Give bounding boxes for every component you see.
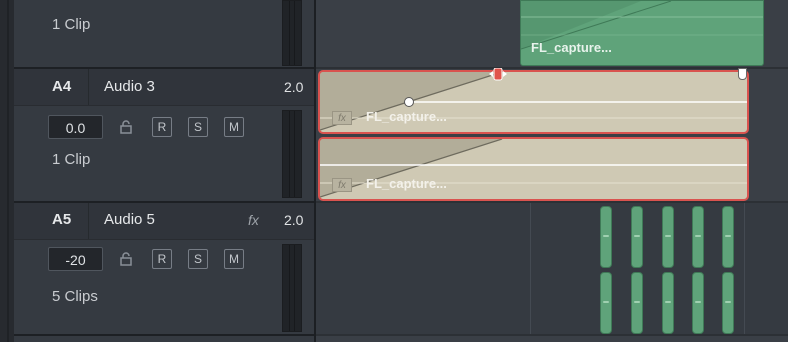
timeline-track-separator [316, 334, 788, 336]
mute-button[interactable]: M [224, 117, 244, 137]
divider [88, 203, 89, 239]
track-level-meter [282, 0, 302, 66]
short-audio-clip[interactable] [631, 206, 643, 268]
volume-keyframe[interactable] [404, 97, 414, 107]
track-volume-field[interactable]: 0.0 [48, 115, 103, 139]
video-clip[interactable]: FL_capture... [520, 0, 764, 66]
timeline-editor: 1 Clip A4 Audio 3 2.0 0.0 R S M 1 Clip A… [0, 0, 788, 342]
grid-line [530, 203, 531, 334]
short-audio-clip[interactable] [722, 272, 734, 334]
solo-button[interactable]: S [188, 117, 208, 137]
solo-button[interactable]: S [188, 249, 208, 269]
track-clip-count: 5 Clips [52, 288, 98, 305]
fx-badge: fx [332, 178, 352, 192]
track-name[interactable]: Audio 3 [104, 78, 155, 95]
track-name[interactable]: Audio 5 [104, 211, 155, 228]
track-volume-field[interactable]: -20 [48, 247, 103, 271]
fx-badge: fx [332, 111, 352, 125]
track-level-meter [282, 244, 302, 332]
track-color-strip [0, 0, 14, 342]
fade-handle[interactable] [489, 67, 507, 82]
strip-divider [7, 0, 9, 342]
short-audio-clip[interactable] [600, 206, 612, 268]
timeline-track-separator [316, 67, 788, 69]
fade-overlay [521, 1, 763, 50]
track-separator [14, 334, 316, 336]
timeline-track-row [316, 203, 788, 334]
track-level-meter [282, 110, 302, 198]
track-channel-format: 2.0 [284, 79, 304, 95]
clip-name: FL_capture... [531, 40, 612, 55]
audio-clip[interactable]: fx FL_capture... [318, 137, 749, 201]
mute-button[interactable]: M [224, 249, 244, 269]
clip-name: FL_capture... [366, 109, 447, 124]
track-fx-indicator[interactable]: fx [248, 212, 259, 228]
track-channel-format: 2.0 [284, 212, 304, 228]
short-audio-clip[interactable] [600, 272, 612, 334]
record-button[interactable]: R [152, 249, 172, 269]
short-audio-clip[interactable] [692, 206, 704, 268]
short-audio-clip[interactable] [631, 272, 643, 334]
audio-clip[interactable]: fx FL_capture... [318, 70, 749, 134]
track-id: A4 [52, 78, 72, 95]
record-button[interactable]: R [152, 117, 172, 137]
track-clip-count: 1 Clip [52, 16, 91, 33]
grid-line [744, 203, 745, 334]
short-audio-clip[interactable] [692, 272, 704, 334]
clip-end-handle[interactable] [738, 68, 747, 80]
track-clip-count: 1 Clip [52, 151, 91, 168]
short-audio-clip[interactable] [662, 272, 674, 334]
lock-icon[interactable] [120, 252, 132, 266]
short-audio-clip[interactable] [662, 206, 674, 268]
short-audio-clip[interactable] [722, 206, 734, 268]
lock-icon[interactable] [120, 120, 132, 134]
track-id: A5 [52, 211, 72, 228]
clip-name: FL_capture... [366, 176, 447, 191]
timeline-track-separator [316, 201, 788, 203]
divider [88, 69, 89, 105]
